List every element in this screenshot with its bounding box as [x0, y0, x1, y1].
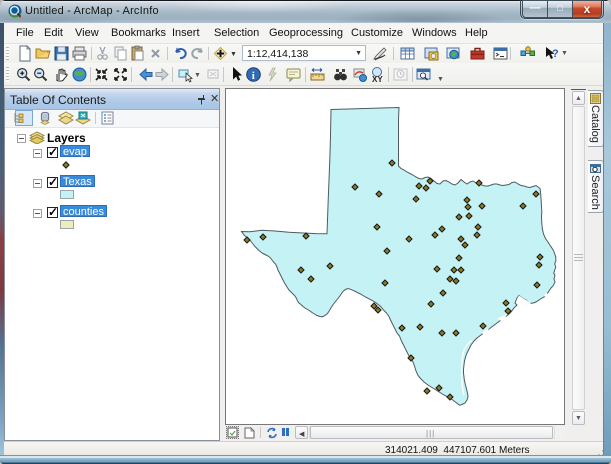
svg-text:?: ? — [552, 48, 559, 60]
svg-text:i: i — [252, 70, 255, 82]
svg-text:XY: XY — [372, 75, 383, 83]
